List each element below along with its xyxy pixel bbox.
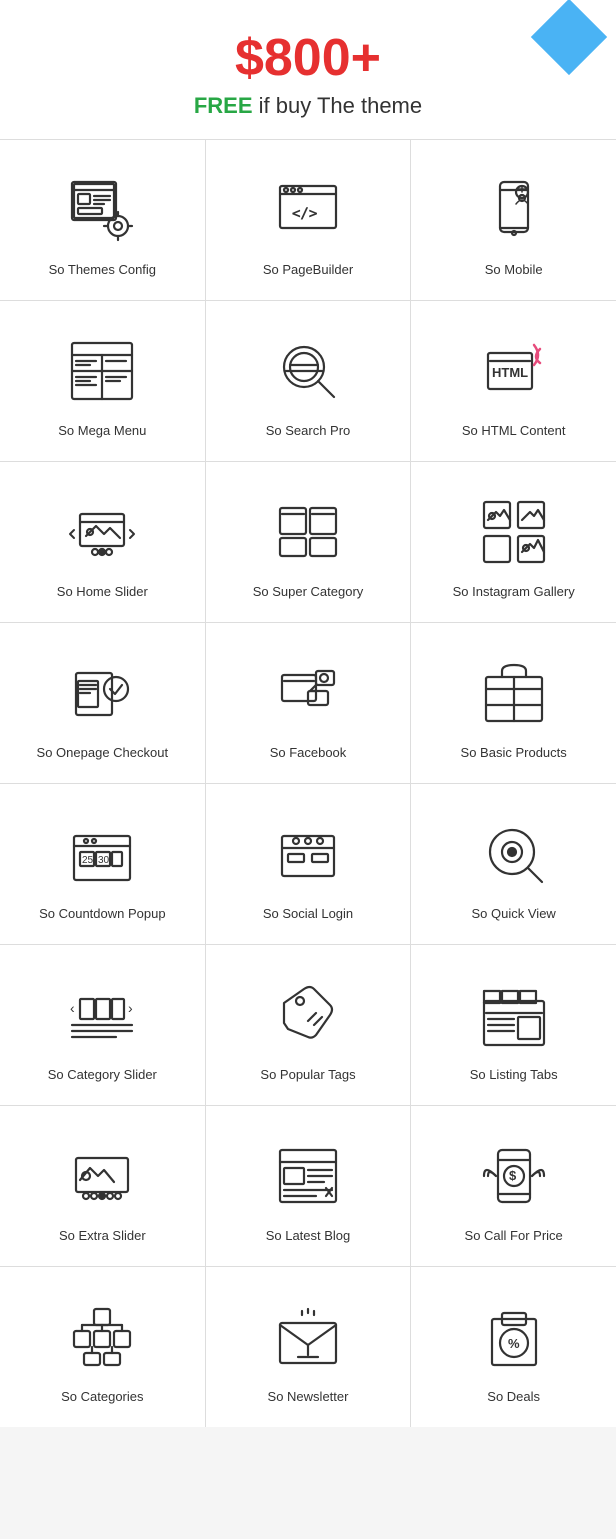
module-cell-home-slider[interactable]: So Home Slider [0,462,205,622]
module-cell-super-category[interactable]: So Super Category [206,462,411,622]
subtitle-rest: if buy The theme [253,93,423,118]
module-cell-deals[interactable]: % So Deals [411,1267,616,1427]
call-for-price-label: So Call For Price [465,1228,563,1243]
module-cell-listing-tabs[interactable]: So Listing Tabs [411,945,616,1105]
pagebuilder-icon: </> [268,170,348,250]
popular-tags-label: So Popular Tags [260,1067,355,1082]
html-content-icon: HTML [474,331,554,411]
instagram-gallery-label: So Instagram Gallery [453,584,575,599]
module-cell-extra-slider[interactable]: So Extra Slider [0,1106,205,1266]
header: $800+ FREE if buy The theme [0,0,616,139]
svg-text:$: $ [509,1168,517,1183]
html-content-label: So HTML Content [462,423,566,438]
svg-text:›: › [128,1000,133,1016]
extra-slider-label: So Extra Slider [59,1228,146,1243]
svg-text:‹: ‹ [70,1000,75,1016]
facebook-label: So Facebook [270,745,347,760]
categories-label: So Categories [61,1389,143,1404]
svg-text:%: % [508,1336,520,1351]
search-pro-icon [268,331,348,411]
categories-icon [62,1297,142,1377]
basic-products-icon [474,653,554,733]
quick-view-icon [474,814,554,894]
mobile-icon [474,170,554,250]
home-slider-icon [62,492,142,572]
mobile-label: So Mobile [485,262,543,277]
deals-label: So Deals [487,1389,540,1404]
extra-slider-icon [62,1136,142,1216]
svg-text:HTML: HTML [492,365,528,380]
popular-tags-icon [268,975,348,1055]
deals-icon: % [474,1297,554,1377]
module-cell-pagebuilder[interactable]: </> So PageBuilder [206,140,411,300]
category-slider-icon: ‹ › [62,975,142,1055]
super-category-icon [268,492,348,572]
module-cell-categories[interactable]: So Categories [0,1267,205,1427]
latest-blog-label: So Latest Blog [266,1228,351,1243]
countdown-popup-icon: 25 30 [62,814,142,894]
module-cell-onepage-checkout[interactable]: So Onepage Checkout [0,623,205,783]
home-slider-label: So Home Slider [57,584,148,599]
themes-config-icon [62,170,142,250]
module-cell-mega-menu[interactable]: So Mega Menu [0,301,205,461]
onepage-checkout-label: So Onepage Checkout [37,745,169,760]
category-slider-label: So Category Slider [48,1067,157,1082]
module-cell-newsletter[interactable]: So Newsletter [206,1267,411,1427]
search-pro-label: So Search Pro [266,423,351,438]
module-cell-popular-tags[interactable]: So Popular Tags [206,945,411,1105]
svg-text:25: 25 [82,855,94,866]
social-login-label: So Social Login [263,906,353,921]
pagebuilder-label: So PageBuilder [263,262,353,277]
header-price: $800+ [20,30,596,87]
facebook-icon [268,653,348,733]
module-cell-mobile[interactable]: So Mobile [411,140,616,300]
module-cell-social-login[interactable]: So Social Login [206,784,411,944]
instagram-gallery-icon [474,492,554,572]
svg-text:</>: </> [292,206,317,222]
basic-products-label: So Basic Products [461,745,567,760]
social-login-icon [268,814,348,894]
module-cell-search-pro[interactable]: So Search Pro [206,301,411,461]
quick-view-label: So Quick View [472,906,556,921]
module-cell-latest-blog[interactable]: So Latest Blog [206,1106,411,1266]
themes-config-label: So Themes Config [49,262,156,277]
super-category-label: So Super Category [253,584,364,599]
countdown-popup-label: So Countdown Popup [39,906,165,921]
module-cell-html-content[interactable]: HTML So HTML Content [411,301,616,461]
module-cell-facebook[interactable]: So Facebook [206,623,411,783]
mega-menu-label: So Mega Menu [58,423,146,438]
newsletter-icon [268,1297,348,1377]
module-cell-call-for-price[interactable]: $ So Call For Price [411,1106,616,1266]
module-cell-instagram-gallery[interactable]: So Instagram Gallery [411,462,616,622]
module-cell-basic-products[interactable]: So Basic Products [411,623,616,783]
svg-text:30: 30 [98,855,110,866]
newsletter-label: So Newsletter [268,1389,349,1404]
onepage-checkout-icon [62,653,142,733]
module-cell-themes-config[interactable]: So Themes Config [0,140,205,300]
free-label: FREE [194,93,253,118]
latest-blog-icon [268,1136,348,1216]
mega-menu-icon [62,331,142,411]
modules-grid: So Themes Config </> So PageBuilder So M… [0,139,616,1427]
header-subtitle: FREE if buy The theme [20,93,596,119]
module-cell-countdown-popup[interactable]: 25 30 So Countdown Popup [0,784,205,944]
call-for-price-icon: $ [474,1136,554,1216]
listing-tabs-icon [474,975,554,1055]
listing-tabs-label: So Listing Tabs [470,1067,558,1082]
module-cell-category-slider[interactable]: ‹ › So Category Slider [0,945,205,1105]
module-cell-quick-view[interactable]: So Quick View [411,784,616,944]
